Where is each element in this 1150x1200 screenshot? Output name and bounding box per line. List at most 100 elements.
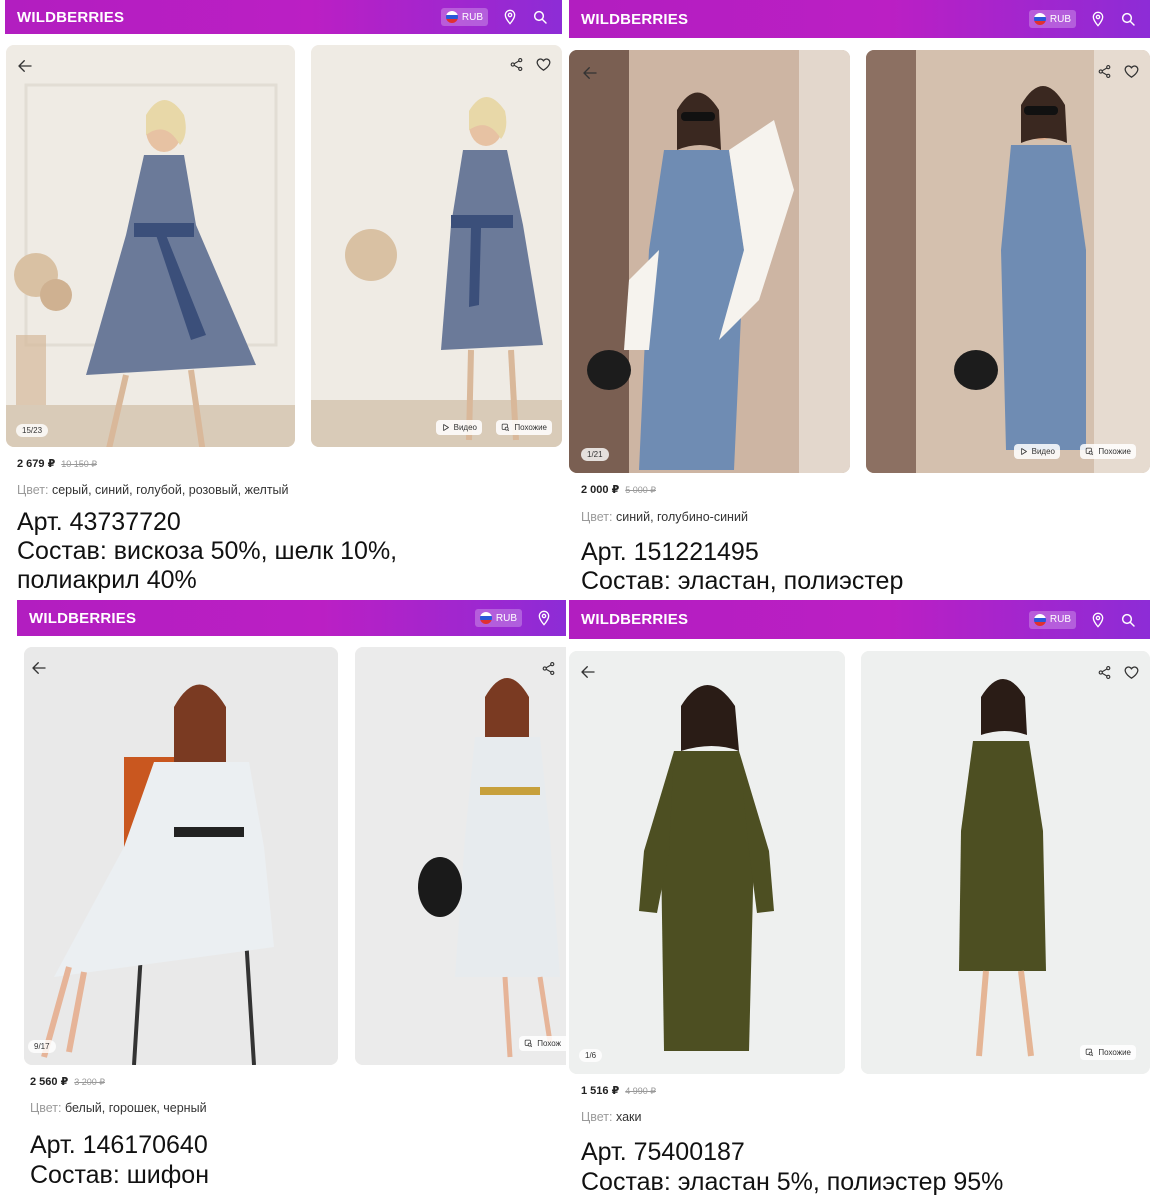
search-icon[interactable] <box>532 9 548 25</box>
similar-button[interactable]: Похожие <box>1080 444 1136 459</box>
location-pin-icon[interactable] <box>1090 11 1106 27</box>
similar-button[interactable]: Похожие <box>1080 1045 1136 1060</box>
video-label: Видео <box>453 423 477 432</box>
play-icon <box>441 423 450 432</box>
product-photo-1[interactable]: 1/21 <box>569 50 850 473</box>
product-photo-2[interactable]: Похожие <box>861 651 1150 1074</box>
heart-icon[interactable] <box>535 56 552 73</box>
dress-photo-floral-alt <box>311 45 562 447</box>
dress-photo-khaki-alt <box>861 651 1150 1074</box>
product-photo-2[interactable]: Похож <box>355 647 566 1065</box>
composition-line-1: Состав: эластан 5%, полиэстер 95% <box>581 1168 1004 1196</box>
back-arrow-icon[interactable] <box>581 64 599 82</box>
search-icon[interactable] <box>1120 11 1136 27</box>
current-price: 1 516 ₽ <box>581 1085 620 1097</box>
price: 2 679 ₽ 10 150 ₽ <box>17 457 97 470</box>
dress-photo-blue <box>866 50 1150 473</box>
back-arrow-icon[interactable] <box>16 57 34 75</box>
color-info: Цвет: хаки <box>581 1110 641 1124</box>
brand-logo[interactable]: WILDBERRIES <box>29 610 475 627</box>
currency-label: RUB <box>1049 13 1071 25</box>
share-icon[interactable] <box>1097 665 1112 680</box>
current-price: 2 560 ₽ <box>30 1076 69 1088</box>
video-button[interactable]: Видео <box>1013 444 1060 459</box>
similar-label: Похож <box>537 1039 561 1048</box>
video-button[interactable]: Видео <box>435 420 482 435</box>
price: 2 000 ₽ 5 000 ₽ <box>581 483 656 496</box>
article-number: Арт. 146170640 <box>30 1131 208 1159</box>
color-label: Цвет: <box>30 1101 62 1115</box>
dress-photo-blue-jacket <box>569 50 850 473</box>
product-photo-1[interactable]: 9/17 <box>24 647 338 1065</box>
product-photo-2[interactable]: Видео Похожие <box>866 50 1150 473</box>
currency-selector[interactable]: RUB <box>474 609 522 627</box>
app-header: WILDBERRIES RUB <box>17 600 566 636</box>
share-icon[interactable] <box>541 661 556 676</box>
similar-button[interactable]: Похожие <box>496 420 552 435</box>
back-arrow-icon[interactable] <box>30 659 48 677</box>
article-number: Арт. 75400187 <box>581 1138 745 1166</box>
old-price: 5 000 ₽ <box>625 485 656 495</box>
color-info: Цвет: белый, горошек, черный <box>30 1101 207 1115</box>
share-icon[interactable] <box>1097 64 1112 79</box>
brand-logo[interactable]: WILDBERRIES <box>17 9 441 26</box>
color-value: белый, горошек, черный <box>64 1101 207 1115</box>
currency-label: RUB <box>1049 614 1071 625</box>
flag-ru-icon <box>445 11 458 23</box>
color-value: синий, голубино-синий <box>615 510 748 524</box>
product-card-1: WILDBERRIES RUB 15/23 Видео Похожие 2 67… <box>0 0 566 598</box>
heart-icon[interactable] <box>1123 63 1140 80</box>
current-price: 2 679 ₽ <box>17 458 56 470</box>
location-pin-icon[interactable] <box>1090 612 1106 628</box>
share-icon[interactable] <box>509 57 524 72</box>
old-price: 10 150 ₽ <box>61 459 98 469</box>
app-header: WILDBERRIES RUB <box>5 0 562 34</box>
composition-line-1: Состав: шифон <box>30 1161 210 1189</box>
product-photo-1[interactable]: 1/6 <box>569 651 845 1074</box>
similar-label: Похожие <box>514 423 547 432</box>
color-label: Цвет: <box>17 483 49 497</box>
color-label: Цвет: <box>581 1110 613 1124</box>
currency-selector[interactable]: RUB <box>440 8 488 26</box>
search-icon[interactable] <box>1120 612 1136 628</box>
photo-counter: 1/21 <box>581 448 609 461</box>
photo-counter: 1/6 <box>579 1049 603 1062</box>
current-price: 2 000 ₽ <box>581 484 620 496</box>
flag-ru-icon <box>1033 13 1046 25</box>
similar-icon <box>524 1039 533 1048</box>
currency-label: RUB <box>495 612 517 624</box>
currency-selector[interactable]: RUB <box>1028 10 1076 28</box>
dress-photo-khaki <box>569 651 845 1074</box>
play-icon <box>1019 447 1028 456</box>
photo-counter: 9/17 <box>28 1040 56 1053</box>
currency-label: RUB <box>461 11 483 23</box>
back-arrow-icon[interactable] <box>579 663 597 681</box>
color-value: серый, синий, голубой, розовый, желтый <box>51 483 289 497</box>
flag-ru-icon <box>479 612 492 624</box>
location-pin-icon[interactable] <box>536 610 552 626</box>
article-number: Арт. 151221495 <box>581 538 759 566</box>
product-photo-1[interactable]: 15/23 <box>6 45 295 447</box>
flag-ru-icon <box>1033 613 1046 626</box>
similar-icon <box>1085 447 1094 456</box>
brand-logo[interactable]: WILDBERRIES <box>581 611 1029 628</box>
brand-logo[interactable]: WILDBERRIES <box>581 11 1029 28</box>
similar-button[interactable]: Похож <box>519 1036 566 1051</box>
heart-icon[interactable] <box>1123 664 1140 681</box>
product-photo-2[interactable]: Видео Похожие <box>311 45 562 447</box>
photo-counter: 15/23 <box>16 424 49 437</box>
old-price: 4 990 ₽ <box>625 1086 656 1096</box>
composition-line-1: Состав: эластан, полиэстер <box>581 567 904 595</box>
video-label: Видео <box>1031 447 1055 456</box>
similar-label: Похожие <box>1098 1048 1131 1057</box>
price: 2 560 ₽ 3 200 ₽ <box>30 1075 105 1088</box>
color-value: хаки <box>615 1110 642 1124</box>
product-card-3: WILDBERRIES RUB 9/17 Похож 2 560 ₽ 3 200… <box>0 598 566 1200</box>
color-label: Цвет: <box>581 510 613 524</box>
currency-selector[interactable]: RUB <box>1028 610 1076 629</box>
dress-photo-chiffon-standing <box>355 647 566 1065</box>
similar-label: Похожие <box>1098 447 1131 456</box>
product-card-2: WILDBERRIES RUB 1/21 Видео Похожие 2 000… <box>566 0 1150 598</box>
composition-line-1: Состав: вискоза 50%, шелк 10%, <box>17 537 398 565</box>
location-pin-icon[interactable] <box>502 9 518 25</box>
